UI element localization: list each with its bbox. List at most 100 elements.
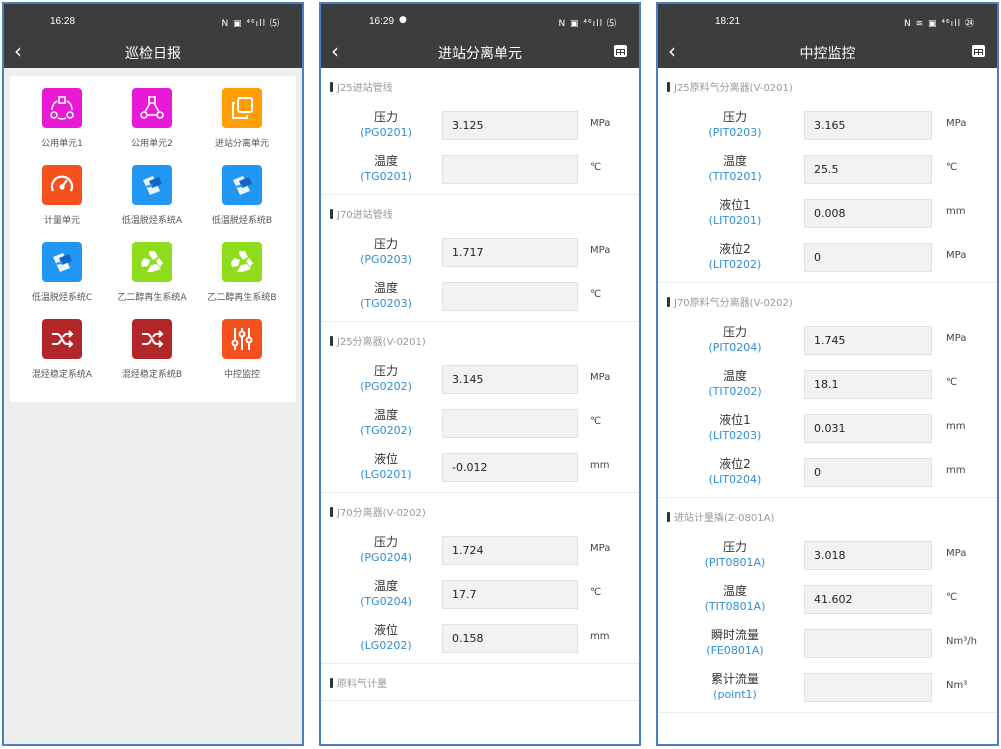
reading-label: 压力 (PIT0203) <box>690 109 780 141</box>
unit-grid-item[interactable]: 乙二醇再生系统A <box>107 242 197 319</box>
unit-grid-item-label: 公用单元2 <box>131 139 173 149</box>
reading-unit: ℃ <box>946 162 958 173</box>
section-title: J25分离器(V-0201) <box>321 322 639 358</box>
reading-name: 压力 <box>373 535 398 549</box>
gauge-icon <box>42 165 82 205</box>
reading-name: 液位 <box>373 623 398 637</box>
reading-name: 温度 <box>722 584 747 598</box>
reading-value-input[interactable]: 1.724 <box>442 536 578 565</box>
reading-value-input[interactable]: 3.165 <box>804 111 932 140</box>
unit-grid-item[interactable]: 进站分离单元 <box>197 88 287 165</box>
reading-tag: (LIT0204) <box>708 473 762 486</box>
reading-value-input[interactable]: 18.1 <box>804 370 932 399</box>
calendar-icon[interactable] <box>972 45 985 57</box>
form-section: J25分离器(V-0201) 压力 (PG0202) 3.145 MPa 温度 (TG020… <box>321 322 639 493</box>
reading-name: 压力 <box>373 364 398 378</box>
form-section: J70原料气分离器(V-0202) 压力 (PIT0204) 1.745 MPa 温度 (T… <box>658 283 997 498</box>
reading-value-input[interactable]: 0.008 <box>804 199 932 228</box>
reading-tag: (PG0201) <box>360 126 412 139</box>
reading-unit: ℃ <box>590 587 602 598</box>
reading-value-input[interactable]: 3.018 <box>804 541 932 570</box>
reading-value-input[interactable]: 1.745 <box>804 326 932 355</box>
reading-value-input[interactable]: -0.012 <box>442 453 578 482</box>
reading-label: 压力 (PIT0204) <box>690 324 780 356</box>
reading-label: 温度 (TG0203) <box>341 280 431 312</box>
reading-row: 压力 (PG0201) 3.125 MPa <box>321 104 639 148</box>
reading-unit: MPa <box>590 372 611 383</box>
unit-grid-item[interactable]: 混烃稳定系统B <box>107 319 197 396</box>
reading-name: 液位1 <box>719 198 751 212</box>
reading-value-input[interactable]: 17.7 <box>442 580 578 609</box>
reading-tag: (LIT0201) <box>708 214 762 227</box>
calendar-icon[interactable] <box>614 45 627 57</box>
reading-row: 液位 (LG0202) 0.158 mm <box>321 617 639 661</box>
unit-grid-item[interactable]: 乙二醇再生系统B <box>197 242 287 319</box>
reading-unit: ℃ <box>946 377 958 388</box>
reading-value-input[interactable] <box>442 155 578 184</box>
unit-grid: 公用单元1 公用单元2 进站分离单元计量单元 低温脱烃系统A 低温脱烃系统B 低温脱烃系统… <box>10 76 296 396</box>
unit-grid-item-label: 低温脱烃系统A <box>121 216 183 226</box>
unit-grid-item[interactable]: 公用单元2 <box>107 88 197 165</box>
unit-grid-item[interactable]: 混烃稳定系统A <box>17 319 107 396</box>
unit-grid-item-label: 低温脱烃系统B <box>211 216 273 226</box>
reading-value-input[interactable] <box>804 673 932 702</box>
unit-grid-item[interactable]: 低温脱烃系统C <box>17 242 107 319</box>
status-time: 16:29 <box>369 16 395 27</box>
reading-tag: (TIT0201) <box>708 170 762 183</box>
shuffle-icon <box>42 319 82 359</box>
unit-grid-item[interactable]: 低温脱烃系统A <box>107 165 197 242</box>
edit-doc-icon <box>42 242 82 282</box>
unit-grid-item[interactable]: 计量单元 <box>17 165 107 242</box>
reading-label: 液位 (LG0202) <box>341 622 431 654</box>
reading-tag: (TIT0801A) <box>704 600 766 613</box>
reading-label: 液位 (LG0201) <box>341 451 431 483</box>
reading-label: 液位2 (LIT0204) <box>690 456 780 488</box>
reading-value-input[interactable]: 0.158 <box>442 624 578 653</box>
reading-label: 温度 (TG0204) <box>341 578 431 610</box>
reading-value-input[interactable]: 0 <box>804 243 932 272</box>
reading-value-input[interactable]: 41.602 <box>804 585 932 614</box>
reading-label: 温度 (TIT0801A) <box>690 583 780 615</box>
chat-icon: ● <box>399 15 407 25</box>
unit-grid-item[interactable]: 中控监控 <box>197 319 287 396</box>
reading-unit: MPa <box>590 245 611 256</box>
status-bar: 18:21 N ≋ ▣ ⁴⁶ıll ㉔ <box>658 4 997 38</box>
reading-row: 压力 (PIT0801A) 3.018 MPa <box>658 534 997 578</box>
edit-doc-icon <box>222 165 262 205</box>
reading-value-input[interactable]: 0.031 <box>804 414 932 443</box>
reading-value-input[interactable]: 3.145 <box>442 365 578 394</box>
unit-grid-item[interactable]: 低温脱烃系统B <box>197 165 287 242</box>
unit-grid-item[interactable]: 公用单元1 <box>17 88 107 165</box>
reading-name: 温度 <box>722 154 747 168</box>
app-bar: ‹ 进站分离单元 <box>321 38 639 68</box>
reading-row: 液位2 (LIT0202) 0 MPa <box>658 236 997 280</box>
reading-row: 压力 (PIT0203) 3.165 MPa <box>658 104 997 148</box>
unit-grid-card: 公用单元1 公用单元2 进站分离单元计量单元 低温脱烃系统A 低温脱烃系统B 低温脱烃系统… <box>10 76 296 402</box>
reading-value-input[interactable]: 1.717 <box>442 238 578 267</box>
reading-value-input[interactable] <box>442 409 578 438</box>
circle-nodes-icon <box>42 88 82 128</box>
reading-row: 压力 (PG0204) 1.724 MPa <box>321 529 639 573</box>
reading-tag: (TG0202) <box>360 424 412 437</box>
form-section: J25原料气分离器(V-0201) 压力 (PIT0203) 3.165 MPa 温度 (T… <box>658 68 997 283</box>
reading-unit: mm <box>946 421 966 432</box>
reading-row: 温度 (TG0203) ℃ <box>321 275 639 319</box>
reading-unit: ℃ <box>590 416 602 427</box>
reading-value-input[interactable] <box>804 629 932 658</box>
section-title: J25原料气分离器(V-0201) <box>658 68 997 104</box>
reading-value-input[interactable] <box>442 282 578 311</box>
reading-name: 瞬时流量 <box>710 628 759 642</box>
reading-unit: MPa <box>946 118 967 129</box>
reading-row: 液位1 (LIT0201) 0.008 mm <box>658 192 997 236</box>
reading-unit: Nm³ <box>946 680 968 691</box>
status-icons: N ▣ ⁴⁶ıll ⑸ <box>558 19 617 29</box>
form-section: 进站计量撬(Z-0801A) 压力 (PIT0801A) 3.018 MPa 温度 (TIT… <box>658 498 997 713</box>
reading-row: 压力 (PG0203) 1.717 MPa <box>321 231 639 275</box>
reading-value-input[interactable]: 25.5 <box>804 155 932 184</box>
section-title: J70分离器(V-0202) <box>321 493 639 529</box>
reading-tag: (FE0801A) <box>706 644 764 657</box>
sliders-icon <box>222 319 262 359</box>
reading-value-input[interactable]: 0 <box>804 458 932 487</box>
reading-value-input[interactable]: 3.125 <box>442 111 578 140</box>
reading-tag: (point1) <box>713 688 757 701</box>
